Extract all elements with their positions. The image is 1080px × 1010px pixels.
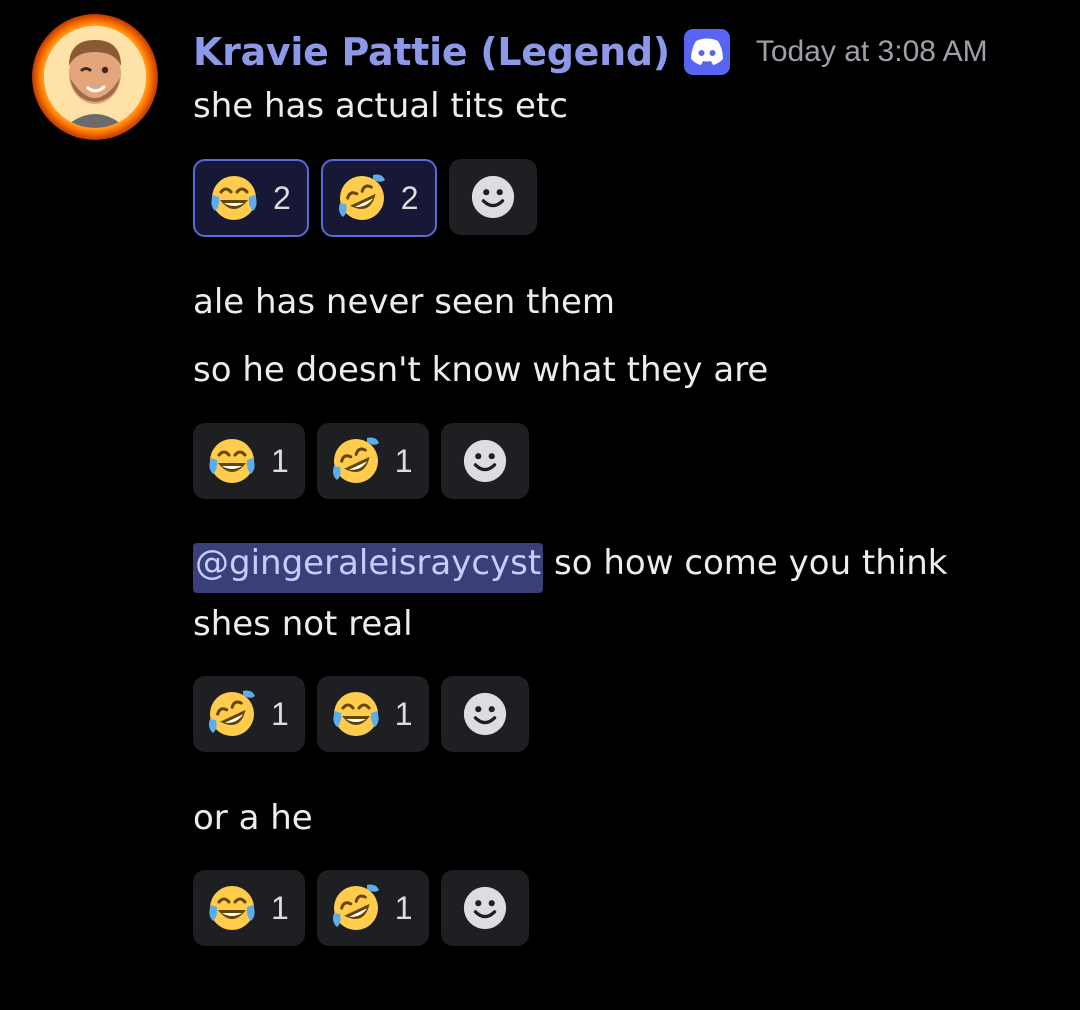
author-username[interactable]: Kravie Pattie (Legend) [193, 30, 670, 74]
reaction-count: 2 [400, 179, 419, 216]
reaction-rofl[interactable]: 2 [320, 159, 437, 237]
reaction-count: 1 [271, 889, 289, 926]
add-reaction-button[interactable] [448, 159, 537, 235]
reaction-joy[interactable]: 1 [316, 676, 429, 752]
message-line: or a he [193, 798, 313, 838]
rofl-emoji-icon [331, 883, 381, 933]
reaction-count: 1 [394, 695, 413, 732]
message-line: ale has never seen them [193, 282, 616, 322]
reaction-count: 2 [273, 179, 291, 216]
smile-add-reaction-icon [469, 173, 517, 221]
smile-add-reaction-icon [461, 884, 509, 932]
bearded-man-memoji-avatar-icon [44, 26, 146, 128]
avatar-frame[interactable] [32, 14, 158, 140]
discord-clyde-icon[interactable] [683, 29, 730, 75]
reaction-rofl[interactable]: 1 [316, 423, 429, 499]
add-reaction-button[interactable] [440, 676, 529, 752]
smile-add-reaction-icon [461, 437, 509, 485]
reaction-count: 1 [394, 889, 413, 926]
message-line: shes not real [193, 604, 413, 644]
reaction-joy[interactable]: 1 [193, 870, 305, 946]
joy-emoji-icon [207, 436, 257, 486]
reaction-joy[interactable]: 1 [193, 423, 305, 499]
message-header: Kravie Pattie (Legend) Today at 3:08 AM [193, 24, 988, 80]
reaction-count: 1 [271, 442, 289, 479]
message-line: @gingeraleisraycyst so how come you thin… [193, 541, 948, 593]
reaction-bar: 2 2 [193, 159, 537, 237]
rofl-emoji-icon [337, 173, 387, 223]
user-mention[interactable]: @gingeraleisraycyst [193, 543, 544, 593]
reaction-bar: 1 1 [193, 423, 529, 499]
rofl-emoji-icon [331, 436, 381, 486]
avatar[interactable] [44, 26, 146, 128]
message-timestamp[interactable]: Today at 3:08 AM [756, 35, 988, 69]
reaction-bar: 1 1 [193, 870, 529, 946]
joy-emoji-icon [331, 689, 381, 739]
message-line: she has actual tits etc [193, 86, 568, 126]
joy-emoji-icon [209, 173, 259, 223]
add-reaction-button[interactable] [440, 423, 529, 499]
joy-emoji-icon [207, 883, 257, 933]
add-reaction-button[interactable] [440, 870, 529, 946]
reaction-rofl[interactable]: 1 [316, 870, 429, 946]
reaction-count: 1 [271, 695, 289, 732]
reaction-joy[interactable]: 2 [193, 159, 309, 237]
rofl-emoji-icon [207, 689, 257, 739]
reaction-bar: 1 1 [193, 676, 529, 752]
message-text: so how come you think [543, 543, 948, 583]
reaction-rofl[interactable]: 1 [193, 676, 305, 752]
smile-add-reaction-icon [461, 690, 509, 738]
message-line: so he doesn't know what they are [193, 350, 769, 390]
reaction-count: 1 [394, 442, 413, 479]
